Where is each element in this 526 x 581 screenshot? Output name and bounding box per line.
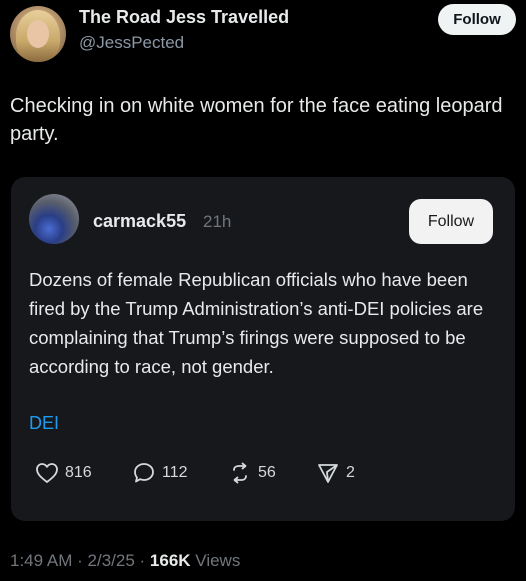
author-avatar[interactable] [10,6,66,62]
quote-text: Dozens of female Republican officials wh… [29,269,484,377]
like-action[interactable]: 816 [35,460,92,486]
avatar-face [27,20,49,48]
repost-icon [228,461,252,485]
share-icon [316,461,340,485]
comment-icon [132,461,156,485]
author-handle[interactable]: @JessPected [79,33,184,53]
post-header: The Road Jess Travelled @JessPected Foll… [10,4,516,64]
post-date: 2/3/25 [87,551,135,570]
meta-separator: · [77,551,83,570]
quote-action-bar: 816 112 56 2 [27,460,427,486]
views-count[interactable]: 166K [150,551,191,570]
repost-action[interactable]: 56 [228,460,276,486]
quote-follow-button[interactable]: Follow [409,199,493,244]
quote-author-name[interactable]: carmack55 [93,211,186,232]
share-count: 2 [346,464,355,481]
reply-count: 112 [162,464,188,481]
post-text: Checking in on white women for the face … [10,95,503,145]
quote-author-avatar[interactable] [29,194,79,244]
reply-action[interactable]: 112 [132,460,188,486]
repost-count: 56 [258,464,276,481]
like-count: 816 [65,464,92,481]
meta-separator: · [139,551,146,570]
quote-tag-link[interactable]: DEI [29,413,59,434]
heart-icon [35,462,59,484]
post-meta: 1:49 AM · 2/3/25 · 166K Views [10,551,240,571]
post-time: 1:49 AM [10,551,73,570]
quoted-post-card[interactable]: carmack55 21h Follow Dozens of female Re… [11,177,515,521]
views-label: Views [195,551,241,570]
author-display-name[interactable]: The Road Jess Travelled [79,7,289,28]
share-action[interactable]: 2 [316,460,355,486]
follow-button[interactable]: Follow [438,4,516,35]
quote-timestamp: 21h [203,212,232,231]
